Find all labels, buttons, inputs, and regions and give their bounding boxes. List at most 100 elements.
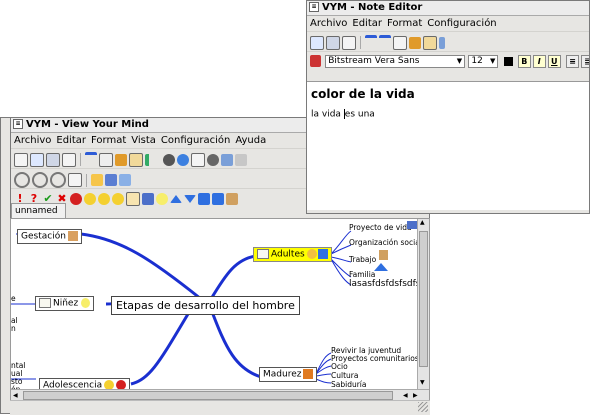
clock-icon bbox=[306, 249, 317, 259]
zoom-out-icon[interactable] bbox=[32, 172, 48, 188]
mode-flag-icon[interactable] bbox=[105, 174, 117, 186]
font-size-select[interactable]: 12 ▼ bbox=[468, 54, 499, 68]
surprised-icon[interactable] bbox=[112, 193, 124, 205]
open-file-icon[interactable] bbox=[310, 35, 324, 50]
node-center-label: Etapas de desarrollo del hombre bbox=[116, 299, 295, 312]
info-icon[interactable] bbox=[439, 36, 445, 49]
window-menu-icon[interactable]: ≡ bbox=[13, 119, 23, 129]
menu-format[interactable]: Format bbox=[387, 18, 422, 29]
scroll-right-button-b[interactable]: ▶ bbox=[413, 392, 418, 399]
window-menu-icon[interactable]: ≡ bbox=[309, 2, 319, 12]
arrow-down-icon[interactable] bbox=[184, 195, 196, 203]
print-icon[interactable] bbox=[342, 35, 356, 50]
zoom-reset-icon[interactable] bbox=[50, 172, 66, 188]
menu-editar[interactable]: Editar bbox=[56, 135, 86, 146]
cut-icon[interactable] bbox=[115, 153, 127, 166]
smiley-icon[interactable] bbox=[84, 193, 96, 205]
lamp-icon[interactable] bbox=[156, 193, 168, 205]
mode-pick-icon[interactable] bbox=[119, 174, 131, 186]
add-branch-icon[interactable] bbox=[145, 153, 161, 166]
branch-organizacion-social[interactable]: Organización social bbox=[349, 238, 422, 247]
stop-icon[interactable] bbox=[70, 193, 82, 205]
pencil-icon[interactable] bbox=[142, 193, 154, 205]
hand-icon bbox=[67, 231, 78, 241]
menu-configuracion[interactable]: Configuración bbox=[161, 135, 230, 146]
branch-cultura[interactable]: Cultura bbox=[331, 371, 358, 380]
undo-icon[interactable] bbox=[365, 35, 377, 50]
scroll-icon[interactable] bbox=[221, 153, 233, 166]
open-file-icon[interactable] bbox=[30, 152, 44, 167]
redo-icon[interactable] bbox=[379, 35, 391, 50]
node-center[interactable]: Etapas de desarrollo del hombre bbox=[111, 296, 300, 315]
note-editor-titlebar[interactable]: ≡ VYM - Note Editor bbox=[307, 1, 589, 16]
separator bbox=[80, 153, 81, 166]
paste-icon[interactable] bbox=[423, 35, 437, 50]
undo-icon[interactable] bbox=[85, 152, 97, 167]
thumbs-up-icon bbox=[379, 250, 388, 260]
scroll-right-button-a[interactable]: ◀ bbox=[403, 392, 408, 399]
node-gestacion[interactable]: Gestación bbox=[17, 229, 82, 244]
branch-sabiduria[interactable]: Sabiduría bbox=[331, 380, 366, 389]
double-up-icon[interactable] bbox=[198, 193, 210, 205]
print-icon[interactable] bbox=[62, 152, 76, 167]
vertical-scroll-thumb[interactable] bbox=[419, 231, 428, 367]
node-adultes[interactable]: Adultes bbox=[253, 247, 332, 262]
underline-button[interactable]: U bbox=[547, 54, 561, 68]
double-down-icon[interactable] bbox=[212, 193, 224, 205]
font-icon[interactable] bbox=[310, 55, 321, 67]
arrow-up-icon[interactable] bbox=[170, 195, 182, 203]
menu-archivo[interactable]: Archivo bbox=[14, 135, 51, 146]
bold-button[interactable]: B bbox=[517, 54, 531, 68]
text-color-swatch[interactable] bbox=[503, 56, 513, 66]
cut-icon[interactable] bbox=[409, 36, 421, 49]
branch-ocio[interactable]: Ocio bbox=[331, 362, 348, 371]
scroll-down-button[interactable]: ▼ bbox=[420, 379, 425, 386]
mindmap-canvas[interactable]: Gestación Niñez Etapas de desarrollo del… bbox=[10, 218, 430, 402]
branch-proyecto-de-vida[interactable]: Proyecto de vida bbox=[349, 223, 412, 232]
scroll-left-button[interactable]: ◀ bbox=[13, 392, 18, 399]
dropdown-arrow-icon: ▼ bbox=[456, 56, 463, 65]
copy-icon[interactable] bbox=[99, 152, 113, 167]
note-text-area[interactable]: color de la vida la vida es una bbox=[307, 81, 589, 210]
italic-button[interactable]: I bbox=[532, 54, 546, 68]
resize-grip-icon[interactable] bbox=[418, 402, 428, 412]
menu-editar[interactable]: Editar bbox=[352, 18, 382, 29]
node-ninez[interactable]: Niñez bbox=[35, 296, 95, 311]
note-toolbar-2: Bitstream Vera Sans ▼ 12 ▼ BIU ≡≣ bbox=[307, 51, 589, 71]
menu-archivo[interactable]: Archivo bbox=[310, 18, 347, 29]
scroll-up-button[interactable]: ▲ bbox=[420, 219, 425, 226]
image-icon[interactable] bbox=[191, 152, 205, 167]
clock-icon[interactable] bbox=[126, 192, 140, 206]
menu-vista[interactable]: Vista bbox=[131, 135, 156, 146]
mode-icon[interactable] bbox=[91, 174, 103, 186]
new-file-icon[interactable] bbox=[14, 152, 28, 167]
save-icon[interactable] bbox=[46, 152, 60, 167]
tab-unnamed[interactable]: unnamed bbox=[11, 203, 66, 218]
copy-icon[interactable] bbox=[393, 35, 407, 50]
note-menubar: Archivo Editar Format Configuración bbox=[307, 16, 589, 31]
color-picker-icon[interactable] bbox=[163, 153, 175, 166]
canvas-vertical-scrollbar[interactable]: ▲ ▼ bbox=[417, 219, 429, 389]
horizontal-scroll-thumb[interactable] bbox=[23, 391, 393, 400]
format-branch-icon[interactable] bbox=[207, 153, 219, 166]
branch-familia[interactable]: Familia bbox=[349, 270, 375, 279]
node-madurez[interactable]: Madurez bbox=[259, 367, 318, 382]
smiley-sad-icon[interactable] bbox=[98, 193, 110, 205]
font-size-value: 12 bbox=[471, 55, 483, 66]
menu-format[interactable]: Format bbox=[91, 135, 126, 146]
search-icon[interactable] bbox=[235, 153, 247, 166]
note-body-before: la vida bbox=[311, 109, 344, 120]
note-icon[interactable] bbox=[68, 173, 82, 187]
node-adultes-label: Adultes bbox=[271, 249, 305, 260]
thumbs-up-icon[interactable] bbox=[226, 193, 238, 205]
align-center-icon[interactable]: ≣ bbox=[580, 54, 589, 68]
zoom-in-icon[interactable] bbox=[14, 172, 30, 188]
save-icon[interactable] bbox=[326, 35, 340, 50]
menu-configuracion[interactable]: Configuración bbox=[427, 18, 496, 29]
branch-trabajo[interactable]: Trabajo bbox=[349, 255, 376, 264]
align-left-icon[interactable]: ≡ bbox=[565, 54, 579, 68]
paste-icon[interactable] bbox=[129, 152, 143, 167]
link-icon[interactable] bbox=[177, 153, 189, 166]
font-family-select[interactable]: Bitstream Vera Sans ▼ bbox=[325, 54, 466, 68]
menu-ayuda[interactable]: Ayuda bbox=[235, 135, 266, 146]
